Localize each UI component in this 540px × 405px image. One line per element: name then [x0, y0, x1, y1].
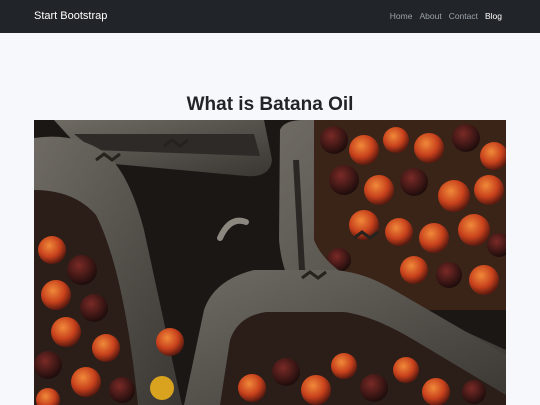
navbar-brand[interactable]: Start Bootstrap — [34, 10, 107, 22]
palm-fruit-crates-image — [34, 120, 506, 405]
nav-link-blog[interactable]: Blog — [485, 11, 502, 21]
nav-link-about[interactable]: About — [419, 11, 441, 21]
nav-links: Home About Contact Blog — [390, 11, 502, 21]
nav-link-contact[interactable]: Contact — [449, 11, 478, 21]
top-navbar: Start Bootstrap Home About Contact Blog — [0, 0, 540, 33]
nav-link-home[interactable]: Home — [390, 11, 413, 21]
page-title: What is Batana Oil — [186, 94, 354, 115]
hero-image — [34, 120, 506, 405]
